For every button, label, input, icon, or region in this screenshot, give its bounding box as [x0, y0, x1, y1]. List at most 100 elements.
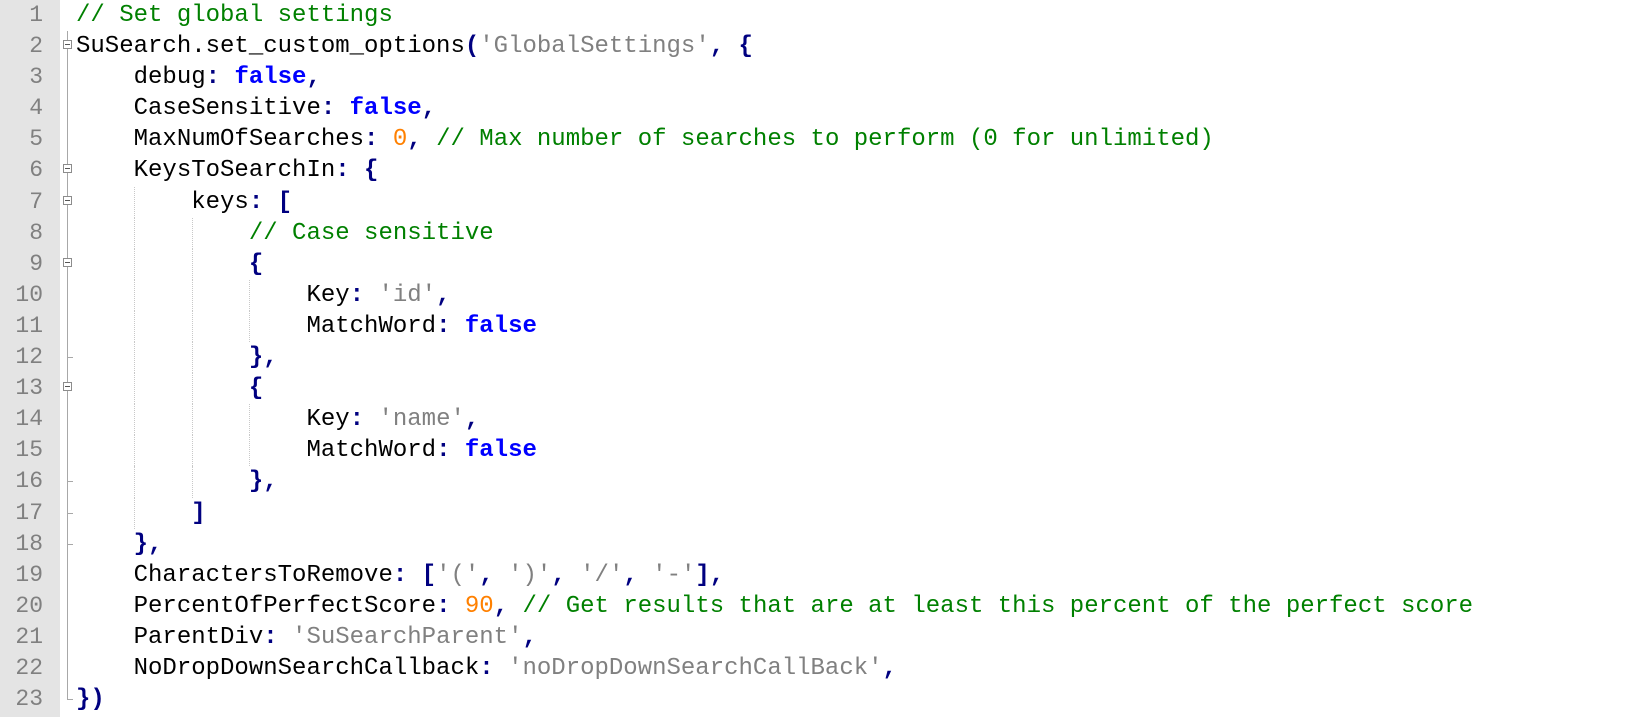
- line-number: 8: [29, 219, 43, 246]
- code-line[interactable]: 7 keys: [: [0, 186, 1643, 218]
- token-op: : [: [392, 561, 437, 589]
- token-string: 'id': [378, 281, 437, 309]
- token-op: ,: [479, 561, 509, 589]
- token-op: ,: [407, 126, 437, 154]
- token-op: ,: [522, 623, 537, 651]
- token-ident: KeysToSearchIn: [76, 157, 336, 185]
- code-line[interactable]: 2 SuSearch.set_custom_options('GlobalSett…: [0, 31, 1643, 63]
- line-number: 20: [15, 592, 43, 619]
- code-line[interactable]: 8 // Case sensitive: [0, 217, 1643, 249]
- code-line[interactable]: 3 debug: false,: [0, 62, 1643, 94]
- code-text: SuSearch.set_custom_options('GlobalSetti…: [76, 31, 753, 62]
- code-text: KeysToSearchIn: {: [76, 155, 379, 186]
- code-line[interactable]: 14 Key: 'name',: [0, 404, 1643, 436]
- line-number: 1: [29, 2, 43, 28]
- code-text: {: [76, 249, 263, 280]
- token-ident: CaseSensitive: [76, 95, 321, 123]
- code-text: }): [76, 684, 105, 715]
- token-string: '-': [652, 561, 696, 589]
- code-line[interactable]: 11 MatchWord: false: [0, 310, 1643, 343]
- line-number: 3: [29, 64, 43, 91]
- token-ident: [76, 375, 249, 402]
- code-text: debug: false,: [76, 62, 321, 93]
- token-op: }): [76, 686, 105, 714]
- token-comment: // Case sensitive: [248, 219, 494, 247]
- fold-toggle-icon[interactable]: [62, 31, 76, 63]
- code-text: CaseSensitive: false,: [76, 93, 436, 124]
- line-number: 7: [29, 188, 43, 215]
- token-op: },: [133, 530, 163, 558]
- code-lines: 1 // Set global settings 2 SuSearch.set_cus…: [0, 0, 1643, 715]
- code-editor[interactable]: 1 // Set global settings 2 SuSearch.set_cus…: [0, 0, 1643, 717]
- code-line[interactable]: 13 {: [0, 373, 1643, 405]
- fold-toggle-icon[interactable]: [62, 186, 76, 218]
- fold-line-icon: [62, 124, 76, 156]
- token-string: 'GlobalSettings': [479, 33, 710, 61]
- code-line[interactable]: 1 // Set global settings: [0, 0, 1643, 31]
- line-number: 21: [15, 623, 43, 650]
- fold-end-icon: [62, 528, 76, 560]
- line-number: 10: [15, 281, 43, 308]
- token-number: 0: [392, 126, 408, 154]
- code-text: },: [76, 529, 163, 560]
- line-number: 5: [29, 126, 43, 153]
- token-string: 'name': [378, 406, 465, 434]
- code-line[interactable]: 6 KeysToSearchIn: {: [0, 155, 1643, 187]
- token-ident: [76, 500, 191, 527]
- code-text: ]: [76, 498, 206, 529]
- code-line[interactable]: 4 CaseSensitive: false,: [0, 93, 1643, 125]
- token-op: :: [320, 95, 350, 123]
- code-line[interactable]: 20 PercentOfPerfectScore: 90, // Get res…: [0, 590, 1643, 622]
- token-string: '(': [436, 561, 480, 589]
- token-op: ],: [695, 561, 725, 589]
- code-line[interactable]: 15 MatchWord: false: [0, 435, 1643, 467]
- code-text: PercentOfPerfectScore: 90, // Get result…: [76, 591, 1473, 622]
- token-ident: Key: [76, 406, 350, 434]
- line-number: 19: [15, 561, 43, 588]
- line-number: 17: [15, 499, 43, 526]
- code-line[interactable]: 12 },: [0, 342, 1643, 374]
- token-op: :: [436, 592, 465, 620]
- line-number: 22: [15, 654, 43, 681]
- token-ident: [76, 468, 249, 495]
- code-line[interactable]: 10 Key: 'id',: [0, 279, 1643, 311]
- code-line[interactable]: 17 ]: [0, 497, 1643, 529]
- code-line[interactable]: 23}): [0, 684, 1643, 715]
- token-op: ]: [191, 499, 206, 527]
- code-line[interactable]: 5 MaxNumOfSearches: 0, // Max number of …: [0, 124, 1643, 156]
- fold-toggle-icon[interactable]: [62, 155, 76, 187]
- token-ident: MatchWord: [76, 312, 437, 340]
- fold-toggle-icon[interactable]: [62, 248, 76, 280]
- fold-end-icon: [62, 497, 76, 529]
- token-op: (: [464, 33, 480, 61]
- code-line[interactable]: 22 NoDropDownSearchCallback: 'noDropDown…: [0, 652, 1643, 685]
- line-number: 14: [15, 406, 43, 433]
- token-op: ,: [623, 561, 653, 589]
- code-text: keys: [: [76, 187, 292, 218]
- token-op: :: [349, 281, 379, 309]
- token-string: '/': [580, 561, 624, 589]
- code-text: MatchWord: false: [76, 435, 536, 466]
- token-ident: [76, 531, 134, 558]
- token-keyword: false: [349, 95, 422, 123]
- token-ident: PercentOfPerfectScore: [76, 592, 437, 620]
- code-line[interactable]: 21 ParentDiv: 'SuSearchParent',: [0, 621, 1643, 653]
- fold-line-icon: [62, 404, 76, 436]
- code-line[interactable]: 9 {: [0, 248, 1643, 280]
- fold-line-icon: [62, 93, 76, 125]
- code-line[interactable]: 19 CharactersToRemove: ['(', ')', '/', '…: [0, 559, 1643, 591]
- code-line[interactable]: 16 },: [0, 466, 1643, 498]
- line-number: 9: [29, 250, 43, 277]
- code-text: MaxNumOfSearches: 0, // Max number of se…: [76, 124, 1214, 155]
- token-ident: CharactersToRemove: [76, 561, 393, 589]
- fold-toggle-icon[interactable]: [62, 373, 76, 405]
- code-text: NoDropDownSearchCallback: 'noDropDownSea…: [76, 653, 897, 684]
- token-string: ')': [508, 561, 552, 589]
- code-line[interactable]: 18 },: [0, 528, 1643, 560]
- token-ident: [76, 220, 249, 247]
- fold-empty: [62, 0, 76, 31]
- fold-line-icon: [62, 310, 76, 343]
- token-ident: ParentDiv: [76, 623, 264, 651]
- fold-line-icon: [62, 435, 76, 467]
- line-number: 13: [15, 375, 43, 402]
